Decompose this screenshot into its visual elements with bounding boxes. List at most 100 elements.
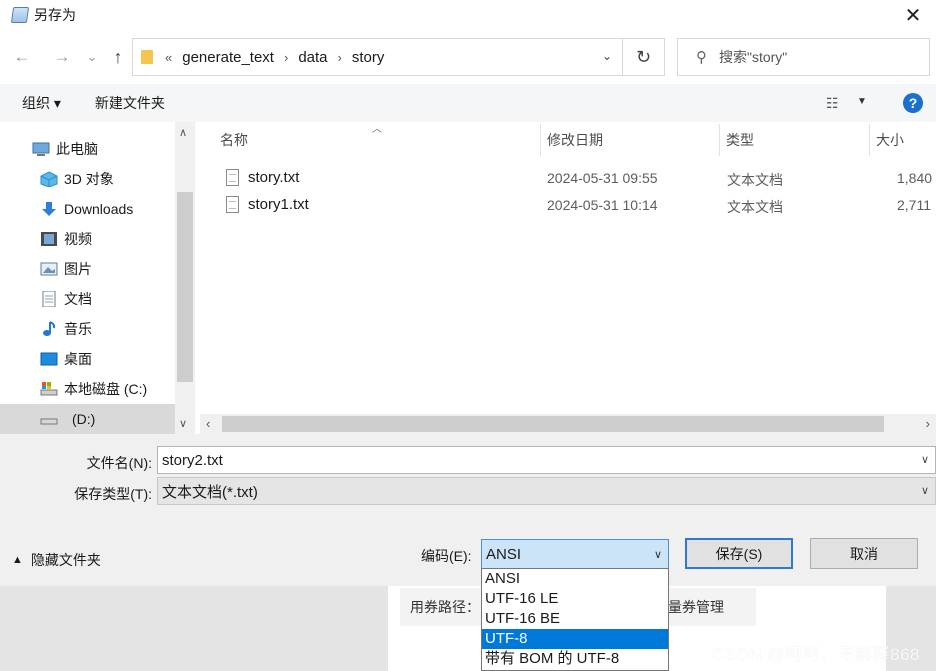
address-bar[interactable]: « generate_text › data › story ⌄ <box>132 38 623 76</box>
refresh-icon: ↻ <box>635 46 652 67</box>
organize-menu[interactable]: 组织 ▾ <box>22 93 61 113</box>
column-divider[interactable] <box>540 124 541 156</box>
notepad-icon <box>10 7 30 23</box>
encoding-value: ANSI <box>486 545 522 563</box>
sidebar-item-label: 视频 <box>64 231 92 247</box>
text-file-icon <box>226 169 239 186</box>
encoding-option-utf16le[interactable]: UTF-16 LE <box>482 589 668 609</box>
document-icon <box>40 290 58 308</box>
sidebar-item-3d-objects[interactable]: 3D 对象 <box>0 164 175 194</box>
title-bar: 另存为 ✕ <box>0 0 936 30</box>
back-button[interactable]: ← <box>10 47 34 67</box>
recent-locations-button[interactable]: ⌄ <box>80 49 104 65</box>
scrollbar-thumb[interactable] <box>177 192 193 382</box>
sidebar-item-this-pc[interactable]: 此电脑 <box>0 134 175 164</box>
hide-folders-label: 隐藏文件夹 <box>30 552 101 568</box>
navigation-pane: 此电脑 3D 对象 Downloads 视频 图片 文档 音乐 桌面 本地磁盘 … <box>0 122 195 434</box>
file-size: 1,840 <box>897 170 933 186</box>
chevron-down-icon[interactable]: ▼ <box>857 96 867 107</box>
sidebar-item-label: 音乐 <box>64 321 92 337</box>
up-button[interactable]: ↑ <box>106 47 130 68</box>
save-options: 文件名(N): story2.txt ∨ 保存类型(T): 文本文档(*.txt… <box>0 434 936 586</box>
drive-c-icon <box>40 381 58 397</box>
filename-value: story2.txt <box>162 451 223 469</box>
scrollbar-thumb[interactable] <box>222 416 884 432</box>
cancel-button[interactable]: 取消 <box>810 538 918 569</box>
sidebar-item-videos[interactable]: 视频 <box>0 224 175 254</box>
sidebar-item-pictures[interactable]: 图片 <box>0 254 175 284</box>
encoding-option-ansi[interactable]: ANSI <box>482 569 668 589</box>
coupon-path-label: 用券路径： <box>410 599 480 615</box>
sidebar-item-label: 3D 对象 <box>64 171 114 187</box>
sidebar-item-label: Downloads <box>64 201 134 217</box>
file-row[interactable]: story.txt 2024-05-31 09:55 文本文档 1,840 <box>200 165 936 191</box>
new-folder-button[interactable]: 新建文件夹 <box>95 93 165 113</box>
breadcrumb-separator[interactable]: › <box>284 50 288 65</box>
file-size: 2,711 <box>897 197 931 213</box>
navigation-scrollbar[interactable]: ∧ ∨ <box>175 122 195 434</box>
breadcrumb-generate-text[interactable]: generate_text <box>182 49 274 66</box>
file-name: story1.txt <box>248 196 309 213</box>
computer-icon <box>32 141 50 157</box>
column-divider[interactable] <box>719 124 720 156</box>
filename-field[interactable]: story2.txt ∨ <box>157 446 936 474</box>
picture-icon <box>40 261 58 277</box>
sidebar-item-label: 本地磁盘 (C:) <box>64 381 148 397</box>
coupon-manage-link[interactable]: 量券管理 <box>668 597 724 617</box>
view-options-icon[interactable]: ☷ <box>826 95 839 112</box>
sidebar-item-label: 图片 <box>64 261 92 277</box>
filename-label: 文件名(N): <box>86 455 152 471</box>
sidebar-item-label: 此电脑 <box>56 141 98 157</box>
chevron-down-icon[interactable]: ∨ <box>921 484 929 497</box>
hide-folders-button[interactable]: ▲ 隐藏文件夹 <box>12 550 101 570</box>
encoding-option-utf8[interactable]: UTF-8 <box>482 629 668 649</box>
chevron-up-icon: ▲ <box>12 554 23 566</box>
column-header-date[interactable]: 修改日期 <box>547 130 603 150</box>
command-toolbar: 组织 ▾ 新建文件夹 ☷ ▼ ? <box>0 84 936 122</box>
sidebar-item-drive-c[interactable]: 本地磁盘 (C:) <box>0 374 175 404</box>
encoding-option-utf16be[interactable]: UTF-16 BE <box>482 609 668 629</box>
column-divider[interactable] <box>869 124 870 156</box>
sidebar-item-downloads[interactable]: Downloads <box>0 194 175 224</box>
search-input[interactable]: ⚲ 搜索"story" <box>677 38 930 76</box>
sidebar-item-music[interactable]: 音乐 <box>0 314 175 344</box>
breadcrumb-overflow[interactable]: « <box>165 50 172 65</box>
encoding-select[interactable]: ANSI ∨ <box>481 539 669 569</box>
refresh-button[interactable]: ↻ <box>623 38 665 76</box>
encoding-option-utf8-bom[interactable]: 带有 BOM 的 UTF-8 <box>482 649 668 669</box>
chevron-down-icon[interactable]: ∨ <box>654 548 662 561</box>
column-header-size[interactable]: 大小 <box>876 130 904 150</box>
chevron-down-icon[interactable]: ⌄ <box>602 49 612 63</box>
help-icon[interactable]: ? <box>903 93 923 113</box>
sidebar-item-label: (D:) <box>72 411 96 427</box>
filetype-value: 文本文档(*.txt) <box>162 483 258 501</box>
search-placeholder: 搜索"story" <box>719 49 788 65</box>
file-list-scrollbar[interactable]: ‹ › <box>200 414 936 434</box>
breadcrumb-separator[interactable]: › <box>338 50 342 65</box>
breadcrumb-story[interactable]: story <box>352 49 385 66</box>
chevron-down-icon[interactable]: ∨ <box>921 453 929 466</box>
chevron-right-icon[interactable]: › <box>926 416 930 431</box>
encoding-dropdown-list: ANSI UTF-16 LE UTF-16 BE UTF-8 带有 BOM 的 … <box>481 568 669 671</box>
sidebar-item-drive-d[interactable]: (D:) <box>0 404 175 434</box>
dialog-title: 另存为 <box>34 7 76 23</box>
breadcrumb-data[interactable]: data <box>298 49 327 66</box>
column-header-type[interactable]: 类型 <box>726 130 754 150</box>
sort-ascending-icon: ︿ <box>372 124 382 135</box>
sidebar-item-desktop[interactable]: 桌面 <box>0 344 175 374</box>
column-header-name[interactable]: 名称 <box>220 130 248 150</box>
forward-button[interactable]: → <box>50 47 74 67</box>
navigation-bar: ← → ⌄ ↑ « generate_text › data › story ⌄… <box>0 38 936 78</box>
close-button[interactable]: ✕ <box>890 0 936 30</box>
file-name: story.txt <box>248 169 300 186</box>
chevron-down-icon[interactable]: ∨ <box>179 417 187 430</box>
file-type: 文本文档 <box>727 199 783 215</box>
chevron-left-icon[interactable]: ‹ <box>206 416 210 431</box>
save-button[interactable]: 保存(S) <box>685 538 793 569</box>
folder-icon <box>141 50 153 64</box>
sidebar-item-documents[interactable]: 文档 <box>0 284 175 314</box>
chevron-up-icon[interactable]: ∧ <box>179 126 187 139</box>
filetype-select[interactable]: 文本文档(*.txt) ∨ <box>157 477 936 505</box>
file-row[interactable]: story1.txt 2024-05-31 10:14 文本文档 2,711 <box>200 192 936 218</box>
drive-d-icon <box>40 411 58 427</box>
